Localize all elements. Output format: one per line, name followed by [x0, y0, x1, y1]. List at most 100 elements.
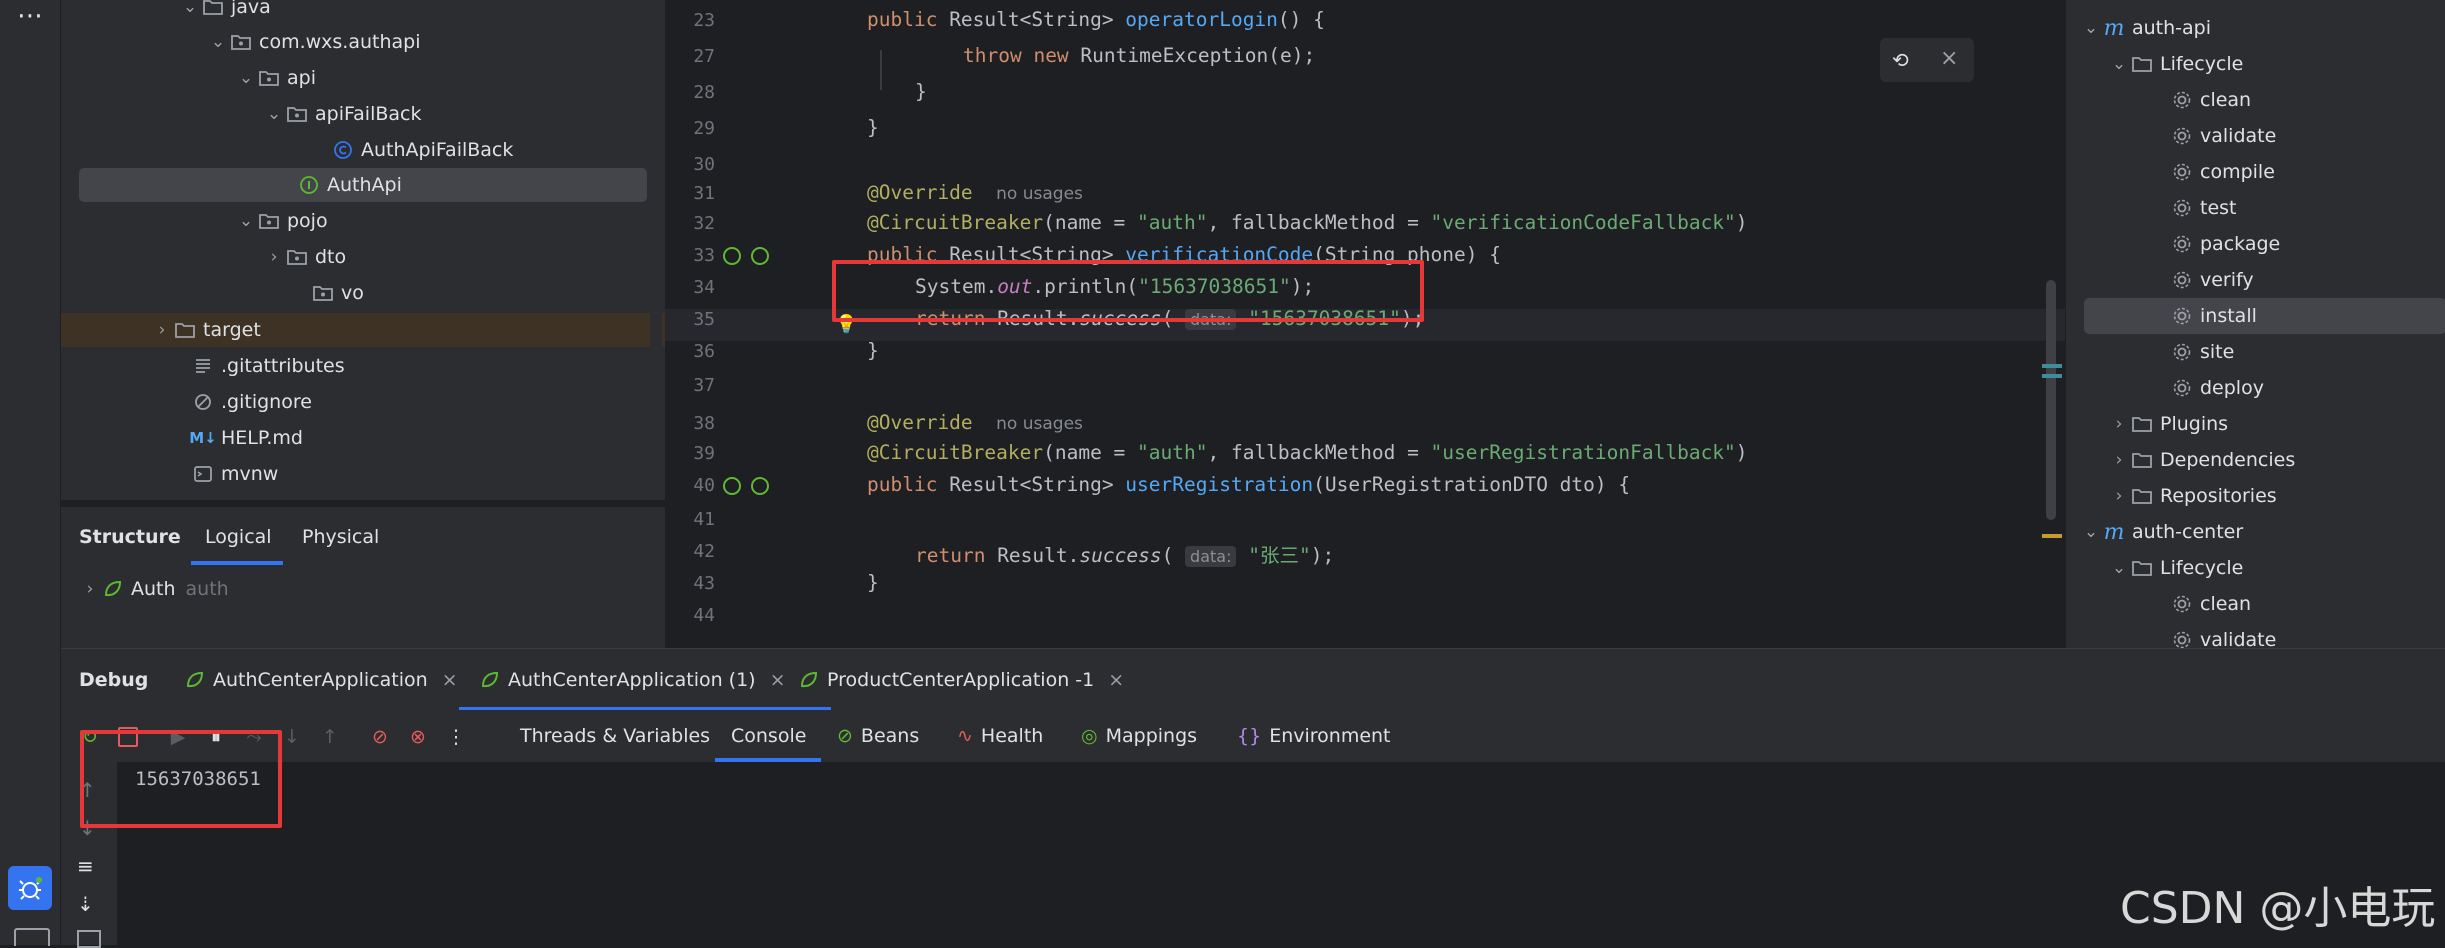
project-tree-item[interactable]: .gitattributes	[169, 349, 345, 383]
project-tree-item[interactable]: vo	[289, 276, 364, 310]
maven-phase-install[interactable]: install	[2084, 298, 2445, 334]
code-line[interactable]: public Result<String> operatorLogin() {	[867, 8, 1325, 31]
maven-lifecycle[interactable]: ⌄ Lifecycle	[2108, 46, 2243, 82]
project-tree-item[interactable]: › target	[151, 313, 261, 347]
chevron-down-icon[interactable]: ⌄	[2080, 18, 2102, 38]
chevron-right-icon[interactable]: ›	[263, 247, 285, 267]
chevron-right-icon[interactable]: ›	[2108, 414, 2130, 434]
tab-console[interactable]: Console	[731, 710, 806, 762]
code-line[interactable]: public Result<String> userRegistration(U…	[867, 473, 1630, 496]
console-output-area[interactable]: 15637038651	[117, 762, 2445, 945]
spring-run-icon	[797, 668, 821, 692]
chevron-right-icon[interactable]: ›	[2108, 450, 2130, 470]
chevron-down-icon[interactable]: ⌄	[2080, 522, 2102, 542]
code-line[interactable]: }	[915, 80, 927, 103]
chevron-down-icon[interactable]: ⌄	[179, 0, 201, 17]
package-icon	[257, 209, 281, 233]
soft-wrap-icon[interactable]: ≡	[77, 854, 94, 878]
code-editor[interactable]: 23 27 28 29 30 31 32 33 34 35 36 37 38 39 40 41 42 43 44 💡 …	[665, 0, 2065, 648]
project-tree-item[interactable]: AuthApiFailBack	[309, 133, 513, 167]
maven-phase-site[interactable]: site	[2170, 334, 2234, 370]
project-tree-item[interactable]: ⌄ api	[235, 61, 316, 95]
maven-node-repositories[interactable]: › Repositories	[2108, 478, 2277, 514]
chevron-down-icon[interactable]: ⌄	[2108, 54, 2130, 74]
code-line[interactable]: @Override no usages	[867, 411, 1083, 434]
spring-bean-icon[interactable]	[751, 477, 769, 495]
debug-title: Debug	[79, 669, 149, 691]
more-icon[interactable]: ⋮	[443, 724, 469, 750]
code-line[interactable]: }	[867, 116, 879, 139]
maven-module[interactable]: ⌄ m auth-center	[2080, 514, 2243, 550]
tab-beans[interactable]: ⊘ Beans	[837, 710, 919, 762]
tab-threads-variables[interactable]: Threads & Variables	[520, 710, 710, 762]
maven-phase-validate[interactable]: validate	[2170, 118, 2276, 154]
maven-phase-compile[interactable]: compile	[2170, 154, 2275, 190]
editor-scrollbar[interactable]	[2046, 280, 2056, 520]
project-tree-item[interactable]: ⌄ com.wxs.authapi	[207, 25, 421, 59]
maven-phase-clean[interactable]: clean	[2170, 586, 2251, 622]
project-tree-item[interactable]: AuthApi	[79, 168, 647, 202]
project-tree-item[interactable]: ⌄ java	[179, 0, 271, 24]
code-line[interactable]: @CircuitBreaker(name = "auth", fallbackM…	[867, 211, 1748, 234]
code-line[interactable]: throw new RuntimeException(e);	[963, 44, 1315, 67]
chevron-down-icon[interactable]: ⌄	[263, 104, 285, 124]
services-tool-icon[interactable]	[14, 928, 50, 946]
spring-bean-icon[interactable]	[751, 247, 769, 265]
code-line[interactable]: }	[867, 571, 879, 594]
project-tree-item[interactable]: mvnw	[169, 457, 278, 491]
close-icon[interactable]: ×	[1108, 669, 1124, 691]
floating-toolbar: ⟲ ×	[1880, 38, 1974, 82]
tab-physical[interactable]: Physical	[302, 507, 379, 567]
maven-node-dependencies[interactable]: › Dependencies	[2108, 442, 2296, 478]
chevron-down-icon[interactable]: ⌄	[235, 211, 257, 231]
maven-node-plugins[interactable]: › Plugins	[2108, 406, 2228, 442]
maven-phase-test[interactable]: test	[2170, 190, 2237, 226]
code-line[interactable]: }	[867, 339, 879, 362]
debug-tool-icon[interactable]	[8, 866, 52, 910]
mute-breakpoints-icon[interactable]: ⊗	[405, 724, 431, 750]
print-icon[interactable]	[77, 930, 101, 948]
chevron-down-icon[interactable]: ⌄	[235, 68, 257, 88]
close-icon[interactable]: ×	[1940, 46, 1958, 71]
chevron-right-icon[interactable]: ›	[2108, 486, 2130, 506]
chevron-right-icon[interactable]: ›	[151, 320, 173, 340]
project-tree-item[interactable]: › dto	[263, 240, 347, 274]
project-tree-item[interactable]: .gitignore	[169, 385, 312, 419]
tab-health[interactable]: ∿ Health	[957, 710, 1043, 762]
maven-node-label: deploy	[2200, 377, 2264, 399]
chevron-right-icon[interactable]: ›	[79, 579, 101, 599]
structure-root[interactable]: › Auth auth	[79, 572, 229, 606]
implementation-icon[interactable]	[723, 247, 741, 265]
maven-phase-verify[interactable]: verify	[2170, 262, 2254, 298]
implementation-icon[interactable]	[723, 477, 741, 495]
folder-icon	[2130, 484, 2154, 508]
chevron-down-icon[interactable]: ⌄	[207, 32, 229, 52]
scroll-to-end-icon[interactable]: ⇣	[77, 892, 94, 916]
debug-session-tab-2[interactable]: AuthCenterApplication (1) ×	[478, 649, 786, 711]
more-options-icon[interactable]: ⋯	[14, 3, 46, 32]
chevron-down-icon[interactable]: ⌄	[2108, 558, 2130, 578]
ai-assist-icon[interactable]: ⟲	[1892, 48, 1909, 72]
tab-mappings[interactable]: ◎ Mappings	[1081, 710, 1197, 762]
debug-session-tab-3[interactable]: ProductCenterApplication -1 ×	[797, 649, 1124, 711]
project-tree-item[interactable]: M↓ HELP.md	[169, 421, 303, 455]
tab-logical[interactable]: Logical	[205, 507, 272, 567]
maven-phase-deploy[interactable]: deploy	[2170, 370, 2264, 406]
maven-phase-clean[interactable]: clean	[2170, 82, 2251, 118]
interface-icon	[297, 173, 321, 197]
view-breakpoints-icon[interactable]: ⊘	[367, 724, 393, 750]
close-icon[interactable]: ×	[770, 669, 786, 691]
tool-window-strip: ⋯	[0, 0, 61, 946]
code-line[interactable]: @CircuitBreaker(name = "auth", fallbackM…	[867, 441, 1748, 464]
close-icon[interactable]: ×	[442, 669, 458, 691]
project-tree-item[interactable]: ⌄ pojo	[235, 204, 328, 238]
code-line[interactable]: @Override no usages	[867, 181, 1083, 204]
code-line[interactable]: return Result.success( data: "张三");	[915, 539, 1334, 568]
project-tree-item[interactable]: ⌄ apiFailBack	[263, 97, 422, 131]
maven-lifecycle[interactable]: ⌄ Lifecycle	[2108, 550, 2243, 586]
tab-environment[interactable]: {} Environment	[1237, 710, 1391, 762]
debug-session-tab-1[interactable]: AuthCenterApplication ×	[183, 649, 458, 711]
maven-phase-package[interactable]: package	[2170, 226, 2280, 262]
project-scrollbar[interactable]	[650, 0, 662, 500]
maven-module[interactable]: ⌄ m auth-api	[2080, 10, 2211, 46]
